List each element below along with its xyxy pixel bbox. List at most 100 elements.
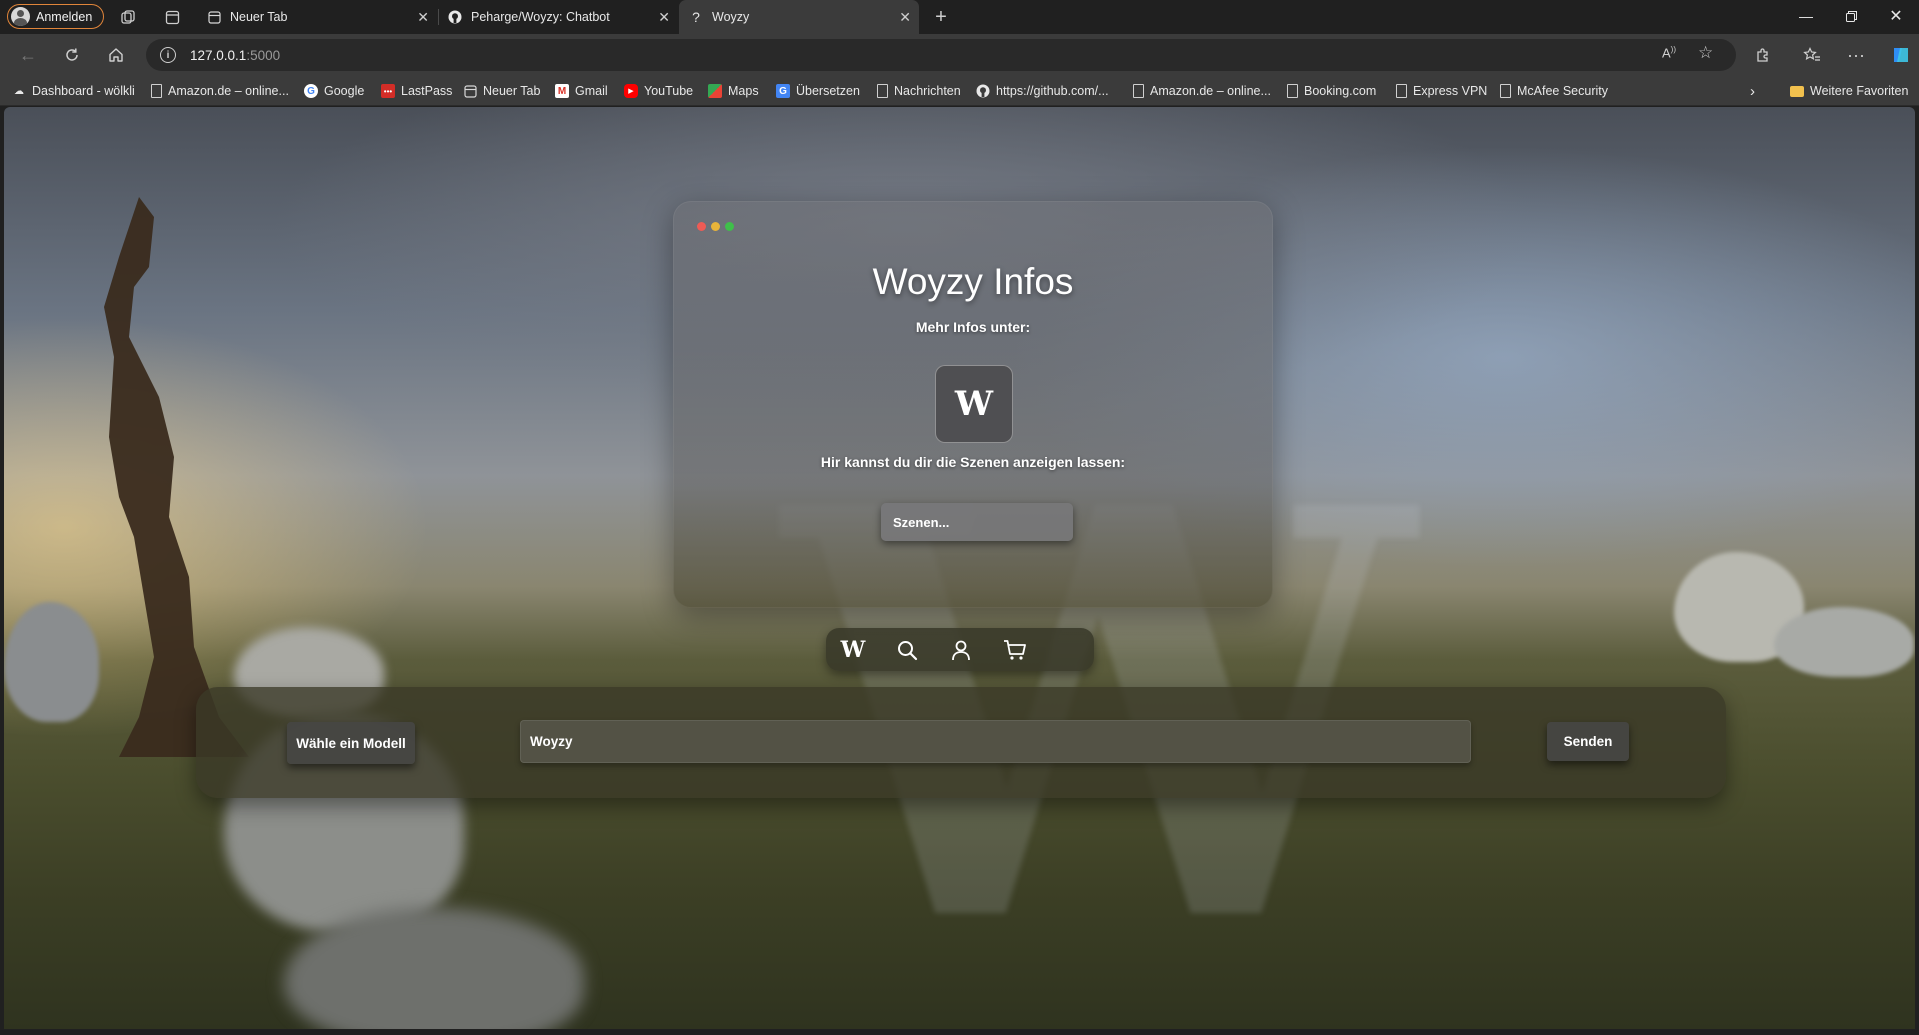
question-icon: ? bbox=[692, 9, 700, 25]
more-info-label: Mehr Infos unter: bbox=[915, 319, 1031, 335]
url-host: 127.0.0.1 bbox=[190, 47, 247, 63]
send-button[interactable]: Senden bbox=[1547, 722, 1629, 761]
bookmark-item[interactable]: G Übersetzen bbox=[776, 82, 860, 100]
maps-icon bbox=[708, 84, 722, 98]
tab-neuer-tab[interactable]: Neuer Tab ✕ bbox=[197, 0, 437, 34]
doc-icon bbox=[1396, 84, 1407, 98]
tab-woyzy[interactable]: ? Woyzy ✕ bbox=[679, 0, 919, 34]
back-icon[interactable]: ← bbox=[13, 42, 43, 68]
google-icon: G bbox=[304, 84, 318, 98]
favorites-icon[interactable] bbox=[1797, 42, 1827, 68]
tab-title: Peharge/Woyzy: Chatbot bbox=[471, 10, 610, 24]
bookmark-item[interactable]: M Gmail bbox=[555, 82, 608, 100]
bottom-nav: W bbox=[826, 628, 1094, 671]
bookmark-label: Dashboard - wölkli bbox=[32, 84, 135, 98]
tab-title: Neuer Tab bbox=[230, 10, 288, 24]
url-port: :5000 bbox=[246, 47, 281, 63]
bookmark-item[interactable]: ••• LastPass bbox=[381, 82, 452, 100]
bookmark-label: McAfee Security bbox=[1517, 84, 1609, 98]
workspaces-icon[interactable] bbox=[119, 8, 137, 26]
rock-image bbox=[284, 907, 584, 1029]
minimize-icon[interactable]: — bbox=[1783, 0, 1829, 32]
bookmark-item[interactable]: Amazon.de – online... bbox=[151, 82, 289, 100]
page-icon bbox=[463, 84, 477, 98]
nav-logo-letter: W bbox=[840, 637, 866, 663]
gmail-icon: M bbox=[555, 84, 569, 98]
page-icon bbox=[207, 10, 221, 24]
woyzy-logo-icon: W bbox=[954, 384, 994, 424]
search-icon[interactable] bbox=[894, 637, 920, 663]
chevron-right-icon[interactable]: › bbox=[1750, 82, 1755, 100]
chat-composer: Wähle ein Modell Senden bbox=[196, 687, 1726, 798]
user-icon[interactable] bbox=[948, 637, 974, 663]
window-dots bbox=[697, 222, 734, 231]
rock-image bbox=[4, 602, 99, 722]
bookmark-label: Gmail bbox=[575, 84, 608, 98]
copilot-icon[interactable] bbox=[1886, 42, 1916, 68]
doc-icon bbox=[1287, 84, 1298, 98]
bookmark-item[interactable]: G Google bbox=[304, 82, 364, 100]
close-icon[interactable]: ✕ bbox=[658, 9, 670, 26]
green-dot bbox=[725, 222, 734, 231]
bookmark-label: Google bbox=[324, 84, 365, 98]
info-icon[interactable]: i bbox=[160, 47, 176, 63]
message-input[interactable] bbox=[520, 720, 1471, 763]
page-viewport: W Woyzy Infos Mehr Infos unter: W Hir ka… bbox=[4, 107, 1915, 1029]
tree-trunk-image bbox=[104, 197, 249, 757]
bookmark-item[interactable]: Amazon.de – online... bbox=[1133, 82, 1271, 100]
choose-model-button[interactable]: Wähle ein Modell bbox=[287, 722, 415, 764]
profile-button[interactable]: Anmelden bbox=[7, 4, 104, 29]
bookmark-item[interactable]: https://github.com/... bbox=[976, 82, 1109, 100]
more-menu-icon[interactable]: ··· bbox=[1841, 42, 1871, 68]
red-dot bbox=[697, 222, 706, 231]
bookmark-label: Amazon.de – online... bbox=[168, 84, 289, 98]
woyzy-logo-link[interactable]: W bbox=[935, 365, 1013, 443]
github-icon bbox=[448, 10, 462, 24]
close-icon[interactable]: ✕ bbox=[899, 9, 911, 26]
tab-actions-icon[interactable] bbox=[163, 8, 181, 26]
restore-icon[interactable] bbox=[1828, 0, 1874, 32]
tab-bar: Anmelden Neuer Tab ✕ Peharge/Woyzy: Chat… bbox=[0, 0, 1919, 34]
address-bar[interactable]: i 127.0.0.1:5000 A)) ☆ bbox=[146, 39, 1736, 71]
home-icon[interactable] bbox=[101, 42, 131, 68]
bookmarks-bar: ☁ Dashboard - wölkli Amazon.de – online.… bbox=[0, 76, 1919, 106]
close-icon[interactable]: ✕ bbox=[417, 9, 429, 26]
bookmark-label: Übersetzen bbox=[796, 84, 860, 98]
woyzy-logo-icon[interactable]: W bbox=[840, 637, 866, 663]
youtube-icon: ▶ bbox=[624, 84, 638, 98]
new-tab-icon[interactable]: + bbox=[930, 6, 952, 28]
bookmark-label: LastPass bbox=[401, 84, 453, 98]
refresh-icon[interactable] bbox=[57, 42, 87, 68]
scenes-button[interactable]: Szenen... bbox=[881, 503, 1073, 541]
rock-image bbox=[1774, 607, 1914, 677]
tab-github-chatbot[interactable]: Peharge/Woyzy: Chatbot ✕ bbox=[438, 0, 678, 34]
cloud-icon: ☁ bbox=[14, 85, 24, 97]
toolbar: ← i 127.0.0.1:5000 A)) ☆ ··· bbox=[0, 34, 1919, 76]
extensions-icon[interactable] bbox=[1748, 42, 1778, 68]
bookmark-item[interactable]: Booking.com bbox=[1287, 82, 1376, 100]
read-aloud-icon[interactable]: A)) bbox=[1662, 45, 1676, 60]
bookmark-item[interactable]: ☁ Dashboard - wölkli bbox=[12, 82, 135, 100]
bookmark-label: Express VPN bbox=[1413, 84, 1488, 98]
rock-image bbox=[1674, 552, 1804, 662]
bookmark-item[interactable]: Neuer Tab bbox=[463, 82, 540, 100]
cart-icon[interactable] bbox=[1002, 637, 1028, 663]
bookmark-item[interactable]: Maps bbox=[708, 82, 759, 100]
folder-icon bbox=[1790, 85, 1804, 97]
scenes-label: Hir kannst du dir die Szenen anzeigen la… bbox=[820, 454, 1126, 470]
profile-label: Anmelden bbox=[36, 9, 93, 24]
bookmark-item[interactable]: Express VPN bbox=[1396, 82, 1487, 100]
bookmark-label: Neuer Tab bbox=[483, 84, 541, 98]
favorite-star-icon[interactable]: ☆ bbox=[1698, 43, 1713, 63]
bookmark-item[interactable]: ▶ YouTube bbox=[624, 82, 693, 100]
info-card: Woyzy Infos Mehr Infos unter: W Hir kann… bbox=[673, 201, 1273, 608]
doc-icon bbox=[877, 84, 888, 98]
other-favorites[interactable]: Weitere Favoriten bbox=[1790, 82, 1908, 100]
bookmark-label: Nachrichten bbox=[894, 84, 961, 98]
bookmark-item[interactable]: McAfee Security bbox=[1500, 82, 1608, 100]
bookmark-item[interactable]: Nachrichten bbox=[877, 82, 961, 100]
close-window-icon[interactable]: ✕ bbox=[1873, 0, 1919, 32]
page-title: Woyzy Infos bbox=[872, 261, 1074, 302]
github-icon bbox=[976, 84, 990, 98]
avatar bbox=[11, 7, 30, 26]
